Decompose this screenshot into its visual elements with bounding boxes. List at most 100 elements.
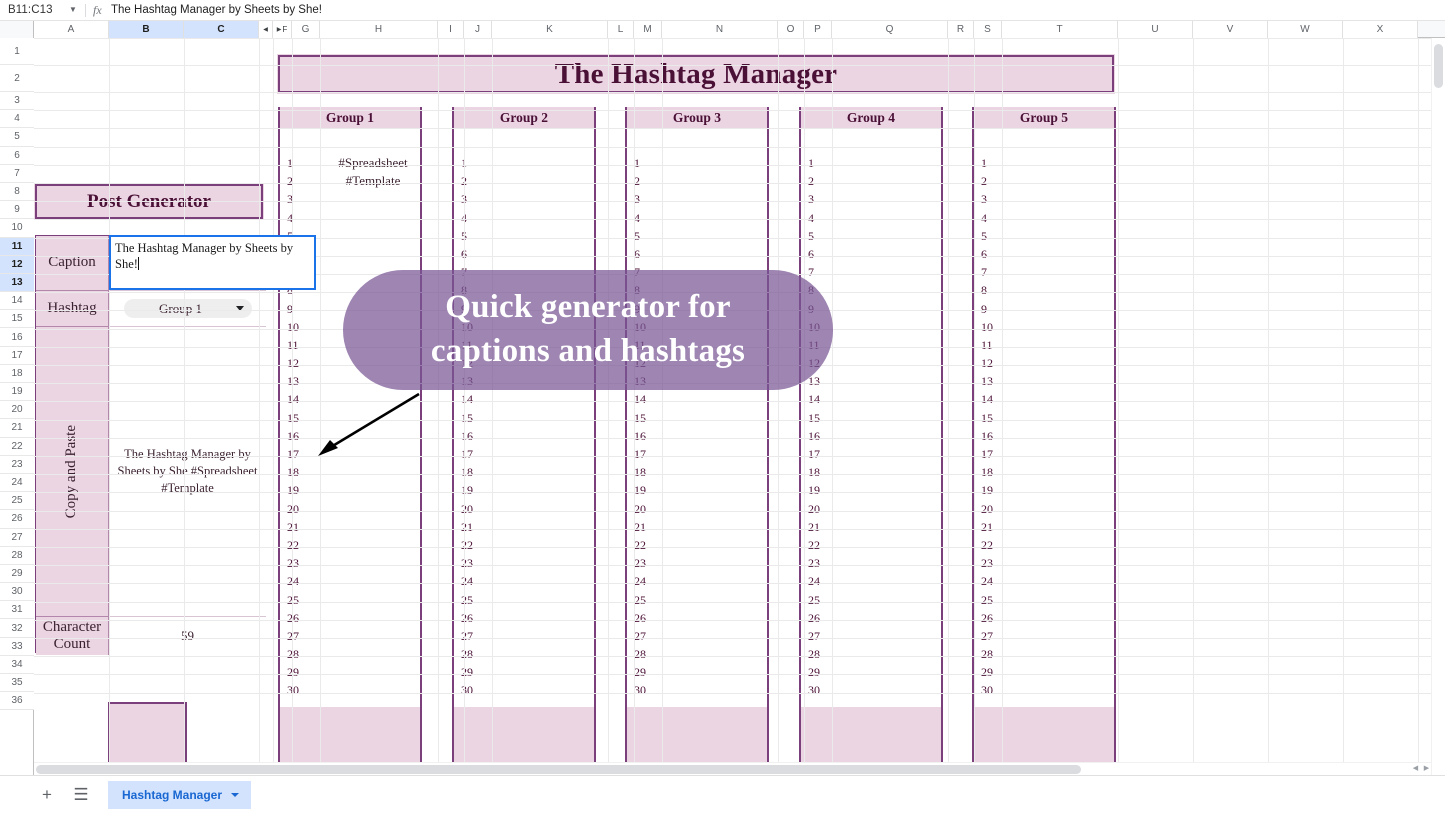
column-header-x[interactable]: X <box>1343 21 1418 38</box>
row-header-29[interactable]: 29 <box>0 564 34 584</box>
caption-edit-cell[interactable]: The Hashtag Manager by Sheets by She! <box>109 235 316 290</box>
group-row-numbers-2: 1234567891011121314151617181920212223242… <box>461 154 473 700</box>
group-row-number: 26 <box>808 610 820 625</box>
group-row-number: 29 <box>808 665 820 680</box>
column-header-t[interactable]: T <box>1002 21 1118 38</box>
column-header-r[interactable]: R <box>948 21 974 38</box>
column-header-g[interactable]: G <box>292 21 320 38</box>
group-row-number: 23 <box>461 556 473 571</box>
sheet-grid[interactable]: The Hashtag Manager Group 11234567891011… <box>34 38 1431 775</box>
column-header-s[interactable]: S <box>974 21 1002 38</box>
row-header-21[interactable]: 21 <box>0 419 34 438</box>
row-header-9[interactable]: 9 <box>0 201 34 220</box>
row-header-31[interactable]: 31 <box>0 601 34 620</box>
row-header-14[interactable]: 14 <box>0 292 34 311</box>
row-header-7[interactable]: 7 <box>0 164 34 183</box>
column-header-q[interactable]: Q <box>832 21 948 38</box>
hashtag-cell[interactable]: #Spreadsheet <box>314 154 432 172</box>
group-row-number: 2 <box>634 174 640 189</box>
formula-input[interactable]: The Hashtag Manager by Sheets by She! <box>111 4 322 16</box>
row-header-12[interactable]: 12 <box>0 255 34 274</box>
row-header-22[interactable]: 22 <box>0 437 34 456</box>
row-header-35[interactable]: 35 <box>0 674 34 693</box>
row-header-27[interactable]: 27 <box>0 528 34 547</box>
column-header-b[interactable]: B <box>109 21 184 38</box>
row-header-36[interactable]: 36 <box>0 692 34 711</box>
row-header-25[interactable]: 25 <box>0 492 34 511</box>
row-header-5[interactable]: 5 <box>0 128 34 147</box>
row-header-13[interactable]: 13 <box>0 273 34 293</box>
row-header-26[interactable]: 26 <box>0 510 34 529</box>
row-header-30[interactable]: 30 <box>0 583 34 602</box>
row-header-6[interactable]: 6 <box>0 146 34 165</box>
row-header-28[interactable]: 28 <box>0 546 34 565</box>
row-header-32[interactable]: 32 <box>0 619 34 638</box>
row-header-1[interactable]: 1 <box>0 38 34 65</box>
row-header-10[interactable]: 10 <box>0 219 34 238</box>
copy-and-paste-text: The Hashtag Manager by Sheets by She #Sp… <box>117 447 258 495</box>
column-header-v[interactable]: V <box>1193 21 1268 38</box>
gridline <box>34 474 1431 476</box>
all-sheets-menu-icon[interactable]: ☰ <box>64 778 98 812</box>
row-header-16[interactable]: 16 <box>0 328 34 347</box>
column-header-l[interactable]: L <box>608 21 634 38</box>
row-header-33[interactable]: 33 <box>0 637 34 656</box>
name-box[interactable]: B11:C13 <box>0 4 62 16</box>
gridline <box>292 38 293 775</box>
row-header-23[interactable]: 23 <box>0 455 34 474</box>
row-header-24[interactable]: 24 <box>0 473 34 493</box>
vertical-scrollbar-thumb[interactable] <box>1434 44 1443 88</box>
row-header-3[interactable]: 3 <box>0 92 34 111</box>
name-box-chevron-down-icon[interactable]: ▼ <box>62 6 84 14</box>
group-tag-list-1: #Spreadsheet #Template <box>314 154 432 190</box>
group-row-number: 20 <box>808 501 820 516</box>
row-header-4[interactable]: 4 <box>0 110 34 129</box>
row-header-18[interactable]: 18 <box>0 364 34 383</box>
row-header-11[interactable]: 11 <box>0 237 34 256</box>
group-row-number: 18 <box>287 465 299 480</box>
hashtag-group-dropdown[interactable]: Group 1 <box>123 299 252 318</box>
select-all-corner[interactable] <box>0 21 34 38</box>
group-row-number: 24 <box>634 574 646 589</box>
column-header-p[interactable]: P <box>804 21 832 38</box>
gridline <box>662 38 663 775</box>
callout-line-2: captions and hashtags <box>430 333 746 369</box>
column-header-w[interactable]: W <box>1268 21 1343 38</box>
gridline <box>34 583 1431 585</box>
group-row-number: 20 <box>981 501 993 516</box>
group-row-number: 18 <box>634 465 646 480</box>
row-header-17[interactable]: 17 <box>0 346 34 365</box>
gridline <box>492 38 493 775</box>
column-header-a[interactable]: A <box>34 21 109 38</box>
row-header-2[interactable]: 2 <box>0 65 34 92</box>
sheet-tab-chevron-down-icon[interactable] <box>231 792 240 797</box>
row-header-19[interactable]: 19 <box>0 383 34 402</box>
row-header-15[interactable]: 15 <box>0 310 34 329</box>
hashtag-cell[interactable]: #Template <box>314 172 432 190</box>
column-header-row: ABCFGHIJKLMNOPQRSTUVWX <box>0 21 1445 38</box>
row-header-34[interactable]: 34 <box>0 655 34 674</box>
column-header-k[interactable]: K <box>492 21 608 38</box>
row-header-8[interactable]: 8 <box>0 182 34 202</box>
column-header-collapse-right[interactable]: F <box>273 21 292 38</box>
add-sheet-button[interactable]: + <box>30 778 64 812</box>
scroll-right-icon[interactable]: ▶ <box>1422 764 1431 773</box>
column-header-m[interactable]: M <box>634 21 662 38</box>
scroll-left-icon[interactable]: ◀ <box>1411 764 1420 773</box>
column-header-n[interactable]: N <box>662 21 778 38</box>
horizontal-scrollbar[interactable] <box>34 762 1431 775</box>
column-header-h[interactable]: H <box>320 21 438 38</box>
column-header-i[interactable]: I <box>438 21 464 38</box>
hashtag-value-cell[interactable]: Group 1 <box>109 291 266 327</box>
column-header-c[interactable]: C <box>184 21 259 38</box>
copy-and-paste-value-cell[interactable]: The Hashtag Manager by Sheets by She #Sp… <box>109 327 266 617</box>
column-header-j[interactable]: J <box>464 21 492 38</box>
column-header-collapse-left[interactable] <box>259 21 273 38</box>
row-header-20[interactable]: 20 <box>0 401 34 420</box>
vertical-scrollbar[interactable] <box>1431 38 1445 775</box>
column-header-o[interactable]: O <box>778 21 804 38</box>
gridline <box>1002 38 1003 775</box>
sheet-tab-hashtag-manager[interactable]: Hashtag Manager <box>108 780 252 809</box>
horizontal-scrollbar-thumb[interactable] <box>36 765 1081 774</box>
column-header-u[interactable]: U <box>1118 21 1193 38</box>
